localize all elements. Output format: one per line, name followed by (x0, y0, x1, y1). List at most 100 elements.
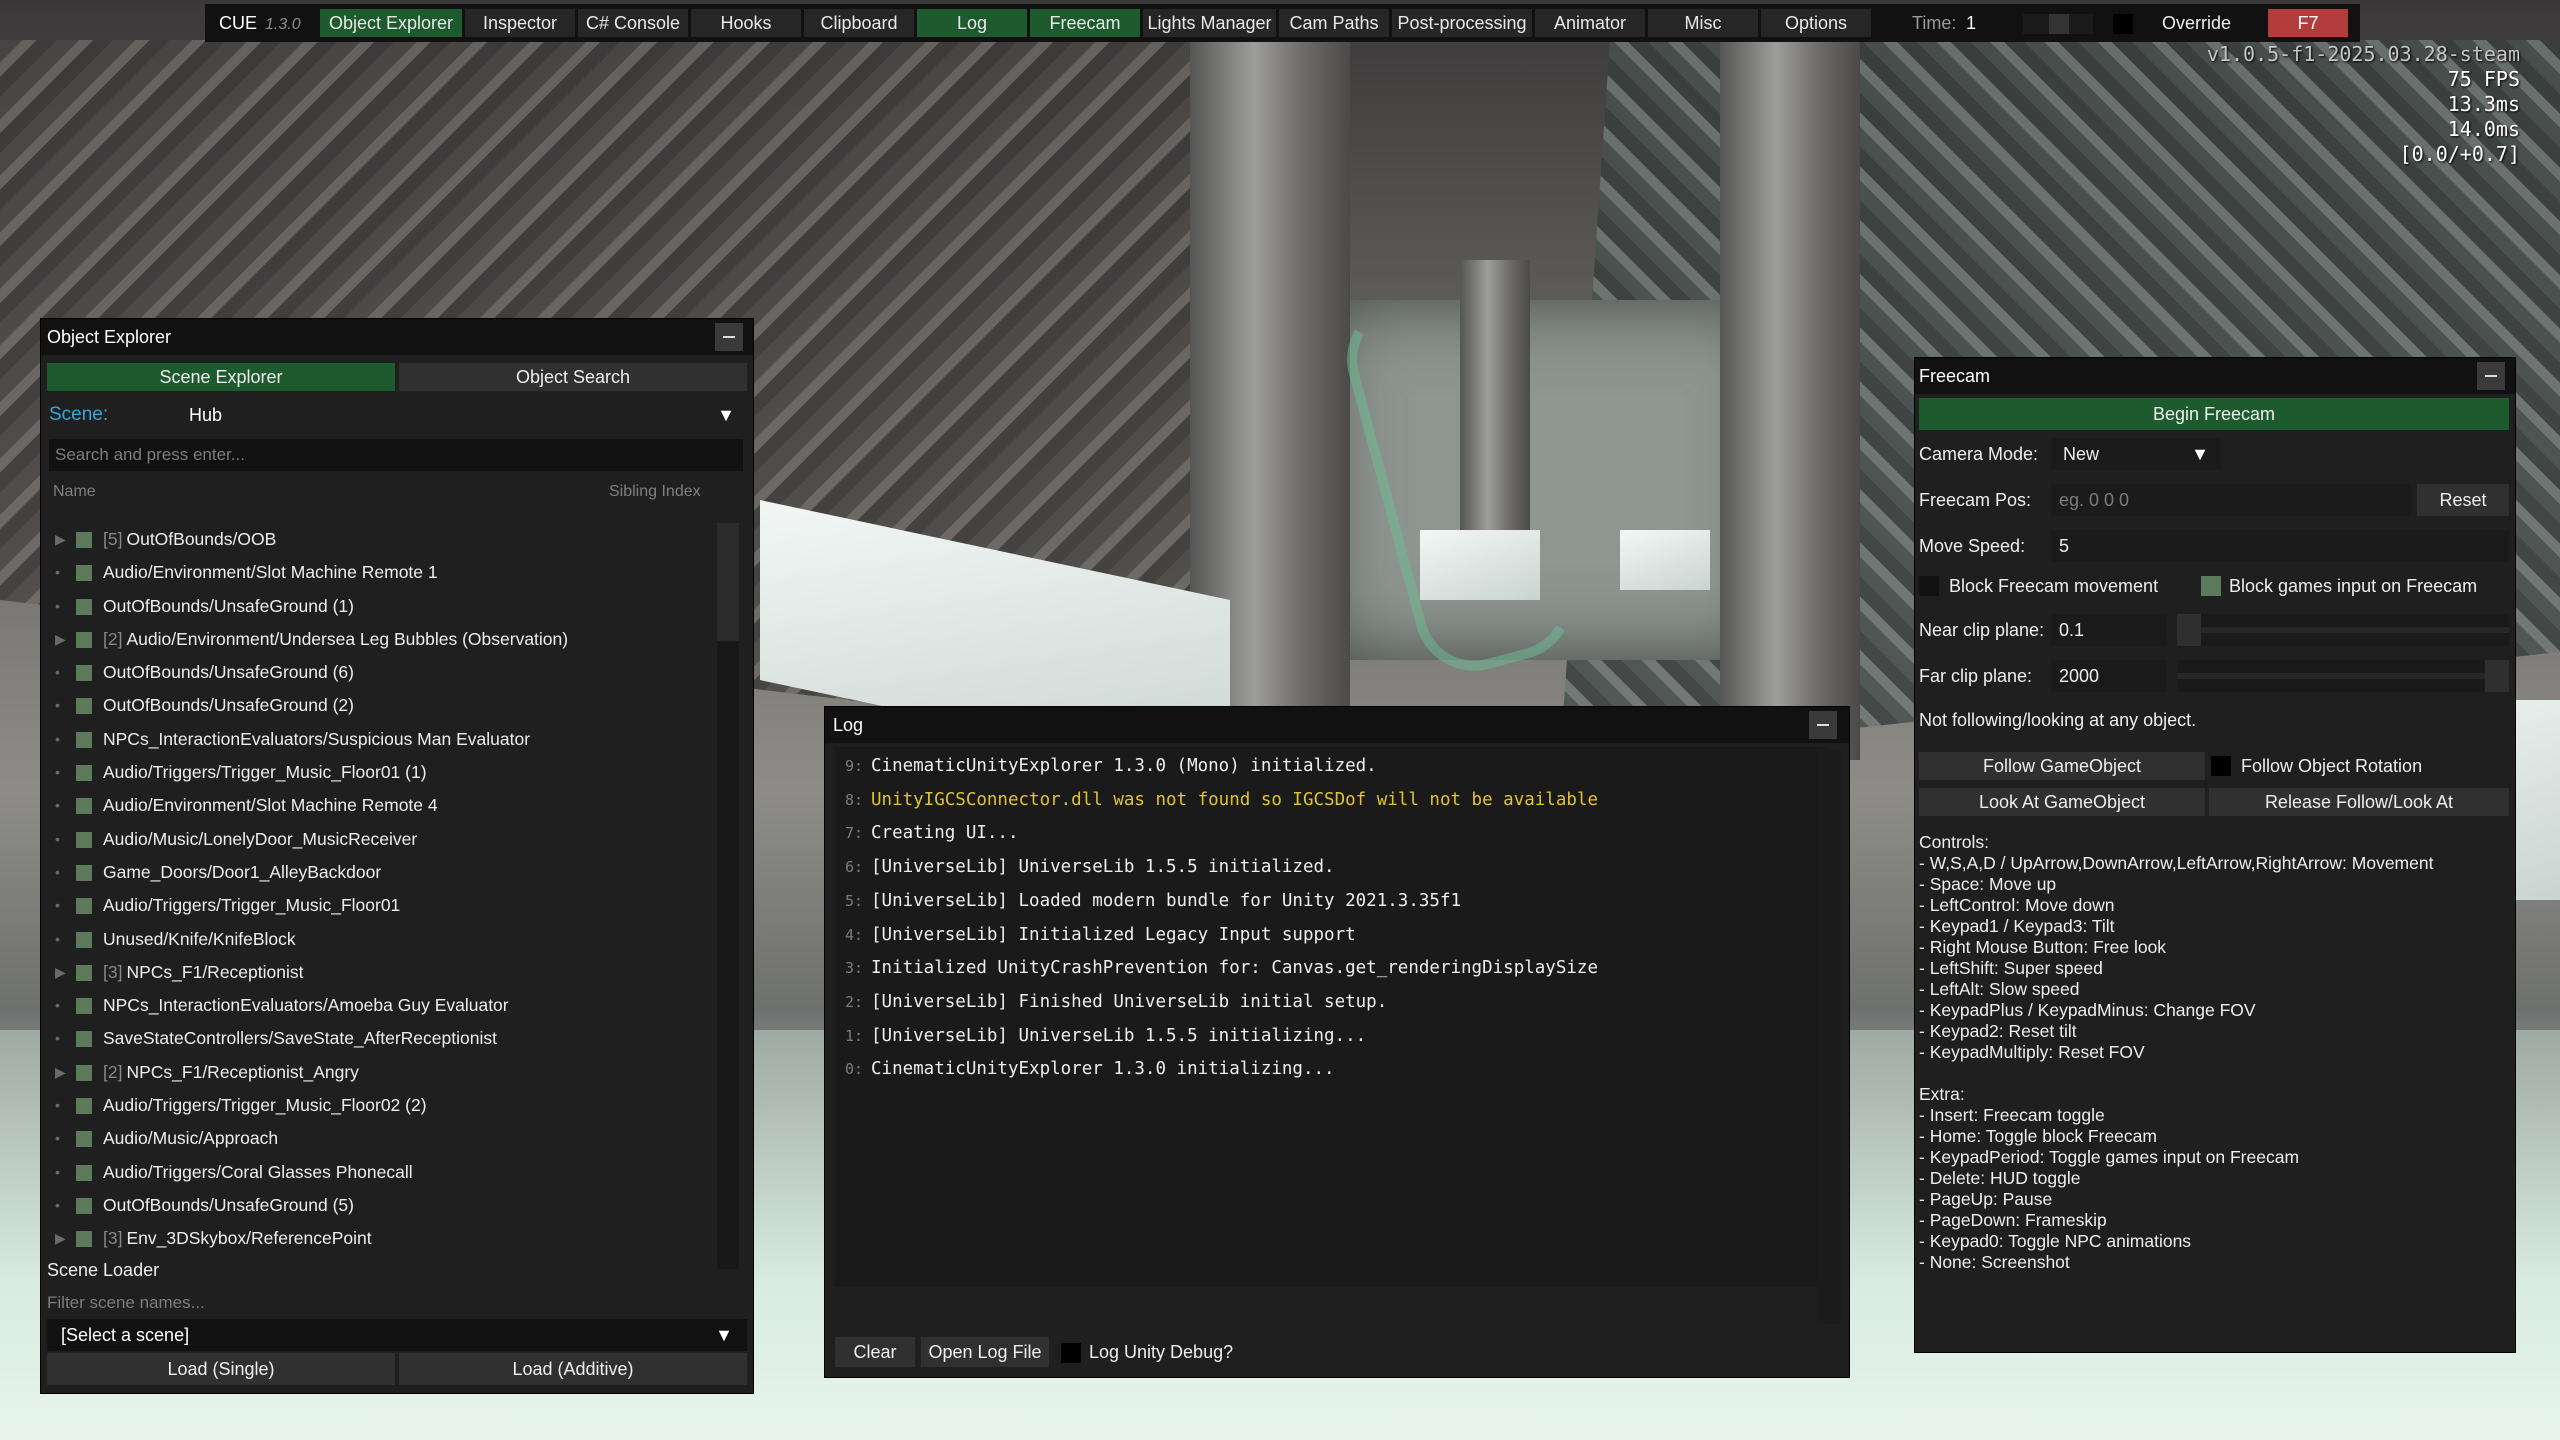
far-clip-slider[interactable] (2177, 660, 2509, 692)
tab-object-search[interactable]: Object Search (399, 363, 747, 391)
tab-inspector[interactable]: Inspector (465, 9, 575, 37)
tab-csharp-console[interactable]: C# Console (578, 9, 688, 37)
clear-log-button[interactable]: Clear (835, 1337, 915, 1367)
panel-titlebar[interactable]: Object Explorer (41, 319, 753, 355)
tree-row[interactable]: • Audio/Triggers/Coral Glasses Phonecall (47, 1156, 715, 1189)
minimize-button[interactable] (715, 323, 743, 351)
active-toggle-checkbox[interactable] (76, 964, 92, 981)
near-clip-input[interactable]: 0.1 (2051, 614, 2167, 646)
active-toggle-checkbox[interactable] (76, 1031, 92, 1048)
tab-misc[interactable]: Misc (1648, 9, 1758, 37)
active-toggle-checkbox[interactable] (76, 565, 92, 582)
tree-row[interactable]: • NPCs_InteractionEvaluators/Suspicious M… (47, 723, 715, 756)
tab-log[interactable]: Log (917, 9, 1027, 37)
load-additive-button[interactable]: Load (Additive) (399, 1353, 747, 1385)
tab-freecam[interactable]: Freecam (1030, 9, 1140, 37)
tab-animator[interactable]: Animator (1535, 9, 1645, 37)
tab-clipboard[interactable]: Clipboard (804, 9, 914, 37)
active-toggle-checkbox[interactable] (76, 1164, 92, 1181)
object-search-input[interactable]: Search and press enter... (49, 439, 743, 471)
tree-row[interactable]: • Audio/Triggers/Trigger_Music_Floor02 (2… (47, 1089, 715, 1122)
expand-arrow-icon[interactable]: ▶ (55, 956, 69, 989)
block-movement-checkbox[interactable] (1919, 576, 1939, 596)
override-checkbox[interactable] (2113, 14, 2133, 34)
tab-post-processing[interactable]: Post-processing (1392, 9, 1532, 37)
tab-options[interactable]: Options (1761, 9, 1871, 37)
panel-titlebar[interactable]: Freecam (1915, 358, 2515, 394)
look-at-gameobject-button[interactable]: Look At GameObject (1919, 788, 2205, 816)
tree-row[interactable]: • OutOfBounds/UnsafeGround (6) (47, 656, 715, 689)
far-clip-input[interactable]: 2000 (2051, 660, 2167, 692)
tab-object-explorer[interactable]: Object Explorer (320, 9, 462, 37)
active-toggle-checkbox[interactable] (76, 1064, 92, 1081)
minimize-button[interactable] (1809, 711, 1837, 739)
active-toggle-checkbox[interactable] (76, 1231, 92, 1248)
active-toggle-checkbox[interactable] (76, 898, 92, 915)
active-toggle-checkbox[interactable] (76, 631, 92, 648)
scrollbar-thumb[interactable] (717, 523, 739, 641)
active-toggle-checkbox[interactable] (76, 1131, 92, 1148)
near-clip-slider[interactable] (2177, 614, 2509, 646)
active-toggle-checkbox[interactable] (76, 1098, 92, 1115)
log-unity-debug-checkbox[interactable] (1061, 1343, 1081, 1363)
active-toggle-checkbox[interactable] (76, 831, 92, 848)
expand-arrow-icon[interactable]: ▶ (55, 1222, 69, 1255)
release-follow-button[interactable]: Release Follow/Look At (2209, 788, 2509, 816)
hierarchy-scrollbar[interactable] (717, 523, 739, 1269)
scene-select-dropdown[interactable]: [Select a scene] ▼ (47, 1319, 747, 1351)
begin-freecam-button[interactable]: Begin Freecam (1919, 398, 2509, 430)
tab-scene-explorer[interactable]: Scene Explorer (47, 363, 395, 391)
freecam-pos-input[interactable]: eg. 0 0 0 (2051, 484, 2411, 516)
scene-filter-input[interactable]: Filter scene names... (41, 1287, 753, 1319)
expand-arrow-icon[interactable]: ▶ (55, 623, 69, 656)
open-log-file-button[interactable]: Open Log File (921, 1337, 1049, 1367)
tree-row[interactable]: • Audio/Environment/Slot Machine Remote 4 (47, 789, 715, 822)
scene-dropdown[interactable]: Hub ▼ (141, 399, 747, 431)
tree-row[interactable]: ▶ [2] Audio/Environment/Undersea Leg Bubbl… (47, 623, 715, 656)
camera-mode-dropdown[interactable]: New ▼ (2051, 438, 2221, 470)
tree-row[interactable]: • OutOfBounds/UnsafeGround (1) (47, 590, 715, 623)
follow-gameobject-button[interactable]: Follow GameObject (1919, 752, 2205, 780)
tree-row[interactable]: • SaveStateControllers/SaveState_AfterRec… (47, 1022, 715, 1055)
slider-handle[interactable] (2177, 614, 2201, 646)
slider-handle[interactable] (2485, 660, 2509, 692)
active-toggle-checkbox[interactable] (76, 998, 92, 1015)
tree-row[interactable]: • Audio/Environment/Slot Machine Remote 1 (47, 556, 715, 589)
active-toggle-checkbox[interactable] (76, 665, 92, 682)
tree-row[interactable]: • NPCs_InteractionEvaluators/Amoeba Guy E… (47, 989, 715, 1022)
active-toggle-checkbox[interactable] (76, 931, 92, 948)
tab-cam-paths[interactable]: Cam Paths (1279, 9, 1389, 37)
active-toggle-checkbox[interactable] (76, 1197, 92, 1214)
time-scale-slider[interactable] (2023, 14, 2093, 34)
tree-row[interactable]: • Audio/Music/Approach (47, 1122, 715, 1155)
expand-arrow-icon[interactable]: ▶ (55, 523, 69, 556)
slider-handle[interactable] (2049, 14, 2069, 34)
tree-row[interactable]: • Game_Doors/Door1_AlleyBackdoor (47, 856, 715, 889)
tree-row[interactable]: • Audio/Triggers/Trigger_Music_Floor01 (47, 889, 715, 922)
active-toggle-checkbox[interactable] (76, 698, 92, 715)
panel-titlebar[interactable]: Log (825, 707, 1849, 743)
tree-row[interactable]: • Audio/Music/LonelyDoor_MusicReceiver (47, 823, 715, 856)
follow-rotation-checkbox[interactable] (2211, 756, 2231, 776)
tree-row[interactable]: • OutOfBounds/UnsafeGround (2) (47, 689, 715, 722)
tree-row[interactable]: • OutOfBounds/UnsafeGround (5) (47, 1189, 715, 1222)
tab-hooks[interactable]: Hooks (691, 9, 801, 37)
tree-row[interactable]: • Audio/Triggers/Trigger_Music_Floor01 (1… (47, 756, 715, 789)
tree-row[interactable]: ▶ [3] NPCs_F1/Receptionist (47, 956, 715, 989)
load-single-button[interactable]: Load (Single) (47, 1353, 395, 1385)
tree-row[interactable]: ▶ [3] Env_3DSkybox/ReferencePoint (47, 1222, 715, 1255)
move-speed-input[interactable]: 5 (2051, 530, 2509, 562)
active-toggle-checkbox[interactable] (76, 532, 92, 548)
tree-row[interactable]: ▶ [5] OutOfBounds/OOB (47, 523, 715, 556)
tree-row[interactable]: ▶ [2] NPCs_F1/Receptionist_Angry (47, 1056, 715, 1089)
tree-row[interactable]: • Unused/Knife/KnifeBlock (47, 923, 715, 956)
minimize-button[interactable] (2477, 362, 2505, 390)
tab-lights-manager[interactable]: Lights Manager (1143, 9, 1276, 37)
active-toggle-checkbox[interactable] (76, 864, 92, 881)
expand-arrow-icon[interactable]: ▶ (55, 1056, 69, 1089)
log-scrollbar[interactable] (1817, 749, 1841, 1324)
hotkey-f7-button[interactable]: F7 (2268, 9, 2348, 37)
active-toggle-checkbox[interactable] (76, 731, 92, 748)
reset-pos-button[interactable]: Reset (2417, 484, 2509, 516)
active-toggle-checkbox[interactable] (76, 765, 92, 782)
